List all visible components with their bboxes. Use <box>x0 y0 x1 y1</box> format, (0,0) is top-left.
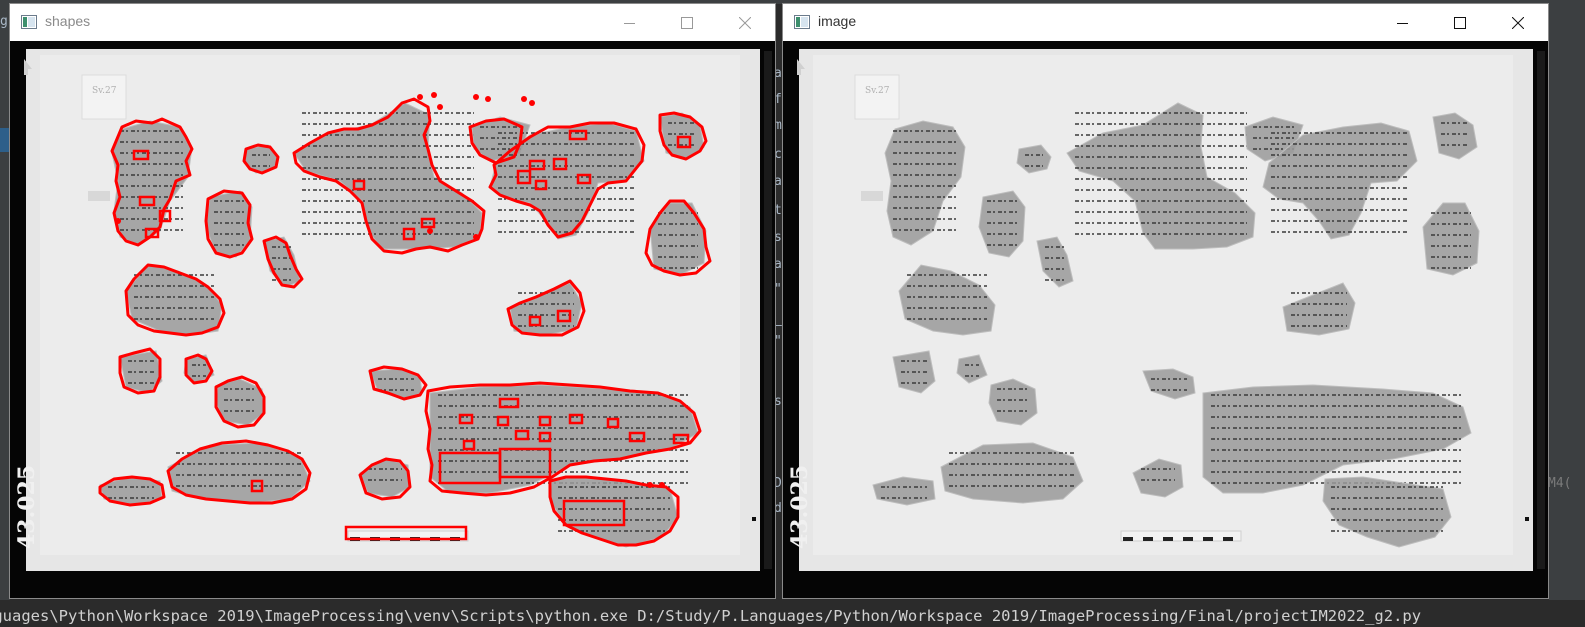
maximize-icon <box>1454 16 1466 29</box>
speck-contour <box>521 96 527 102</box>
plate-photo: Sv.27 43.025 <box>783 41 1548 598</box>
ide-gutter-char: s <box>774 230 782 245</box>
minimize-button[interactable] <box>1380 4 1426 41</box>
plate-card <box>854 74 900 120</box>
ide-gutter-char: a <box>774 66 782 81</box>
ide-gutter-char: m <box>774 118 782 133</box>
scale-bar-tick <box>1163 537 1173 541</box>
opencv-window-icon <box>21 15 37 29</box>
ide-gutter-char: f <box>774 92 782 107</box>
scale-bar-tick <box>1123 537 1133 541</box>
ide-selected-line-marker <box>0 128 10 152</box>
speck-contour <box>431 92 437 98</box>
speck-contour <box>485 96 491 102</box>
minimize-icon <box>1397 22 1408 24</box>
speck-contour <box>473 234 479 240</box>
scale-bar-tick <box>1183 537 1193 541</box>
plate-right-edge <box>1537 51 1545 569</box>
speck-contour <box>427 228 433 234</box>
shapes-titlebar[interactable]: shapes <box>10 4 775 41</box>
speck-contour <box>473 94 479 100</box>
plate-tag <box>861 191 883 201</box>
ide-right-fragment: M4( <box>1548 476 1572 491</box>
minimize-icon <box>624 22 635 24</box>
minimize-button[interactable] <box>607 4 653 41</box>
speck-contour <box>529 100 535 106</box>
ide-gutter-char: — <box>774 318 782 333</box>
image-window[interactable]: image Sv.27 43.025 <box>783 4 1548 598</box>
plate-mark <box>752 517 756 521</box>
ide-editor-right-edge <box>1549 0 1585 600</box>
speck-contour <box>115 218 121 224</box>
run-console[interactable]: nguages\Python\Workspace 2019\ImageProce… <box>0 600 1585 627</box>
ide-gutter-char: t <box>774 203 782 218</box>
image-titlebar[interactable]: image <box>783 4 1548 41</box>
maximize-button[interactable] <box>1437 4 1483 41</box>
plate-number-label: 43.025 <box>787 465 813 549</box>
plate-mark <box>1525 517 1529 521</box>
speck-contour <box>647 482 653 488</box>
ide-gutter-char: " <box>774 282 782 297</box>
plate-right-edge <box>764 51 772 569</box>
image-window-title: image <box>818 13 857 29</box>
ide-editor-left-edge <box>0 0 10 600</box>
shapes-window[interactable]: shapes Sv.27 43.025 <box>10 4 775 598</box>
shapes-window-title: shapes <box>45 13 91 29</box>
scale-bar-tick <box>1143 537 1153 541</box>
plate-card <box>81 74 127 120</box>
ide-gutter-char: " <box>774 334 782 349</box>
ide-gutter-char: s <box>774 394 782 409</box>
shapes-image-canvas[interactable]: Sv.27 43.025 <box>10 41 775 598</box>
speck-contour <box>437 104 443 110</box>
close-icon <box>739 16 751 29</box>
ide-gutter-char: c <box>774 147 782 162</box>
ide-gutter-char: a <box>774 257 782 272</box>
close-button[interactable] <box>722 4 768 41</box>
maximize-button[interactable] <box>664 4 710 41</box>
scale-bar-tick <box>1203 537 1213 541</box>
maximize-icon <box>681 16 693 29</box>
plate-photo-with-contours: Sv.27 43.025 <box>10 41 775 598</box>
plate-card-label: Sv.27 <box>865 86 890 96</box>
plate-tag <box>88 191 110 201</box>
close-icon <box>1512 16 1524 29</box>
scale-bar-tick <box>1223 537 1233 541</box>
image-canvas[interactable]: Sv.27 43.025 <box>783 41 1548 598</box>
console-command-line: nguages\Python\Workspace 2019\ImageProce… <box>0 607 1422 625</box>
speck-contour <box>659 482 665 488</box>
ide-gutter-char: D <box>774 476 782 491</box>
ide-left-fragment: g <box>0 14 8 29</box>
close-button[interactable] <box>1495 4 1541 41</box>
opencv-window-icon <box>794 15 810 29</box>
plate-number-label: 43.025 <box>14 465 40 549</box>
plate-card-label: Sv.27 <box>92 86 117 96</box>
ide-gutter-char: a <box>774 174 782 189</box>
speck-contour <box>417 94 423 100</box>
ide-gutter-char: d <box>774 501 782 516</box>
